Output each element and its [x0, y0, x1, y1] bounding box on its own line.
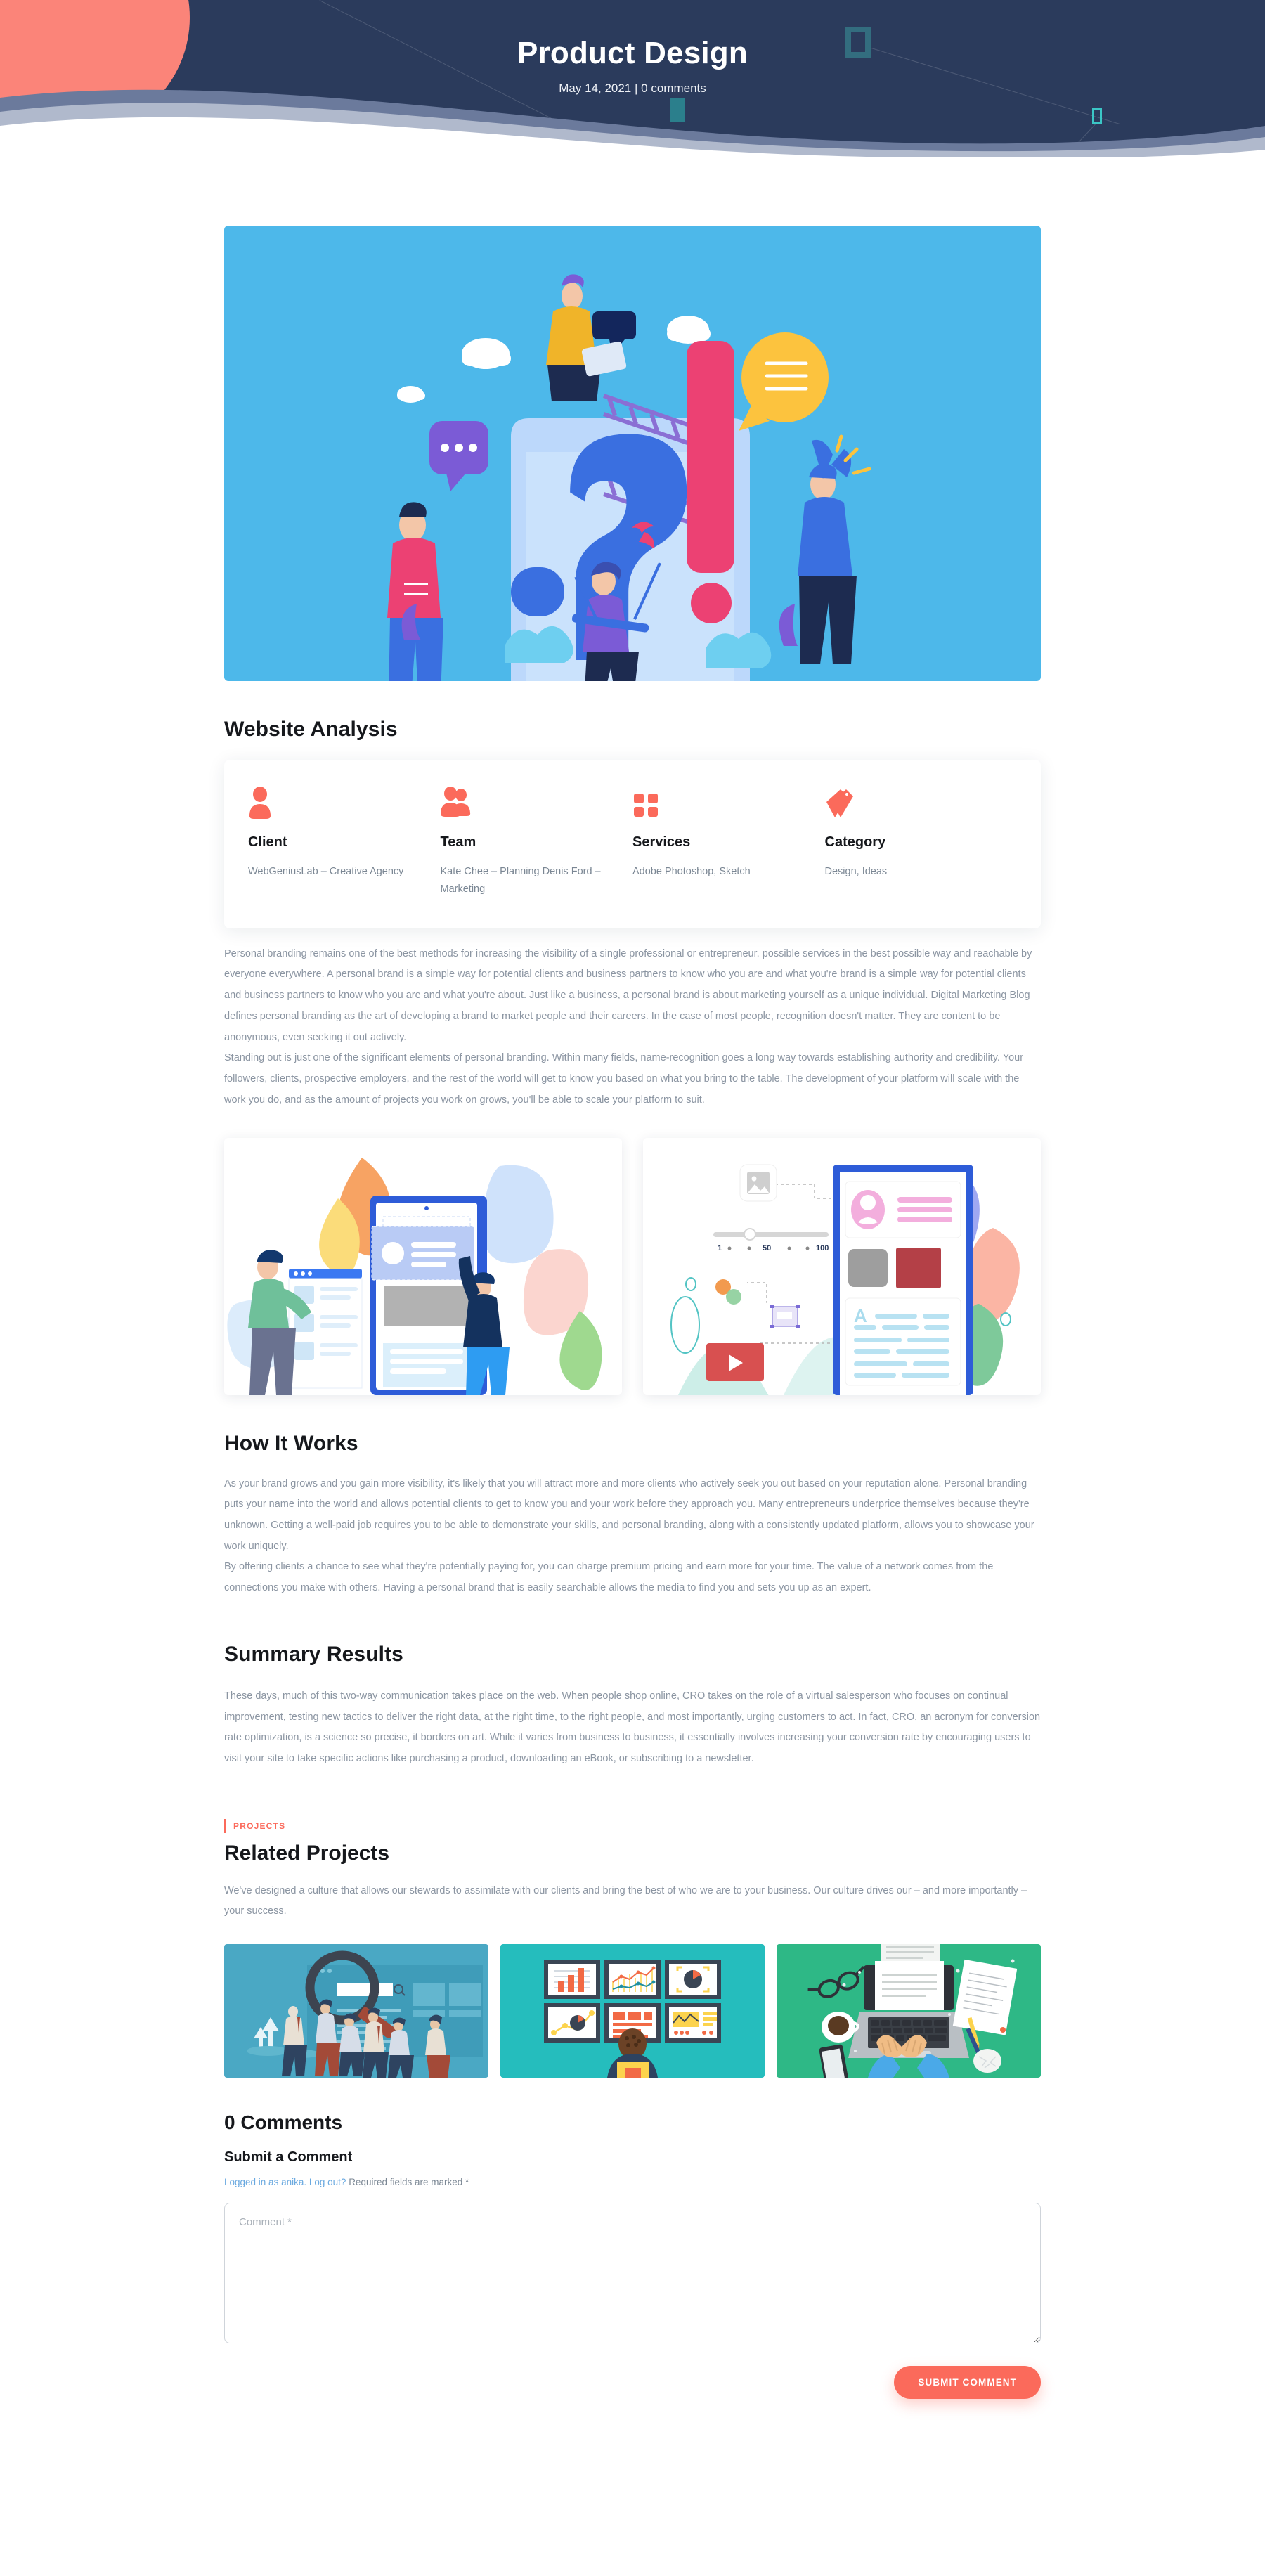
info-label: Team	[440, 834, 476, 850]
project-card-workspace[interactable]	[777, 1943, 1041, 2078]
svg-text:100: 100	[816, 1244, 829, 1253]
intro-paragraph-1: Personal branding remains one of the bes…	[224, 947, 1032, 1043]
twin-image-left	[224, 1137, 622, 1395]
related-projects-heading: Related Projects	[224, 1841, 390, 1865]
logged-in-note: Logged in as anika. Log out? Required fi…	[224, 2177, 1041, 2187]
how-it-works-paragraph-2: By offering clients a chance to see what…	[224, 1561, 994, 1594]
info-column-category: Category Design, Ideas	[825, 787, 1018, 899]
info-label: Client	[248, 834, 287, 850]
related-projects-grid	[224, 1943, 1041, 2078]
page-title: Product Design	[517, 36, 748, 70]
website-analysis-heading: Website Analysis	[224, 718, 398, 741]
grid-icon	[632, 787, 810, 820]
info-value: Kate Chee – Planning Denis Ford – Market…	[440, 866, 601, 895]
info-column-services: Services Adobe Photoshop, Sketch	[632, 787, 825, 899]
how-it-works-paragraph-1: As your brand grows and you gain more vi…	[224, 1477, 1034, 1552]
info-label: Services	[632, 834, 691, 850]
page-hero: Product Design May 14, 2021 | 0 comments	[0, 0, 1265, 157]
info-column-team: Team Kate Chee – Planning Denis Ford – M…	[440, 787, 633, 899]
submit-row: SUBMIT COMMENT	[224, 2365, 1041, 2399]
comments-count-heading: 0 Comments	[224, 2111, 343, 2133]
submit-comment-heading: Submit a Comment	[224, 2149, 353, 2165]
project-card-analytics[interactable]	[500, 1943, 765, 2078]
intro-paragraph-2: Standing out is just one of the signific…	[224, 1052, 1024, 1106]
required-fields-note: Required fields are marked *	[349, 2176, 469, 2187]
tag-icon	[825, 787, 1002, 820]
post-meta: May 14, 2021 | 0 comments	[0, 82, 1265, 96]
info-label: Category	[824, 834, 886, 850]
comments-count-link[interactable]: 0 comments	[641, 82, 706, 95]
comment-input[interactable]	[224, 2202, 1041, 2343]
svg-text:1: 1	[718, 1244, 722, 1253]
how-it-works-heading: How It Works	[224, 1431, 358, 1455]
submit-comment-button[interactable]: SUBMIT COMMENT	[894, 2365, 1041, 2399]
twin-image-right: 1 50 100 A	[643, 1137, 1041, 1395]
summary-results-paragraph-1: These days, much of this two-way communi…	[224, 1690, 1041, 1764]
page-body: Website Analysis Client WebGeniusLab – C…	[0, 226, 1265, 2441]
user-icon	[248, 787, 425, 820]
logout-link[interactable]: Log out?	[309, 2177, 346, 2187]
eyebrow-label: PROJECTS	[233, 1820, 286, 1831]
project-card-search[interactable]	[224, 1943, 488, 2078]
info-column-client: Client WebGeniusLab – Creative Agency	[248, 787, 441, 899]
svg-text:A: A	[854, 1305, 867, 1326]
twin-image-row: 1 50 100 A	[224, 1137, 1041, 1395]
info-value: Design, Ideas	[824, 866, 888, 877]
related-projects-description: We've designed a culture that allows our…	[224, 1884, 1027, 1917]
featured-image	[224, 226, 1041, 681]
eyebrow-bar-icon	[224, 1818, 226, 1833]
info-value: WebGeniusLab – Creative Agency	[248, 866, 404, 877]
post-date: May 14, 2021	[559, 82, 632, 96]
website-analysis-card: Client WebGeniusLab – Creative Agency Te…	[224, 760, 1041, 928]
projects-eyebrow: PROJECTS	[224, 1818, 1041, 1833]
logged-in-user-link[interactable]: Logged in as anika.	[224, 2177, 306, 2187]
meta-separator: |	[635, 82, 638, 96]
content-container: Website Analysis Client WebGeniusLab – C…	[224, 226, 1041, 2399]
svg-text:50: 50	[763, 1244, 771, 1253]
summary-results-heading: Summary Results	[224, 1642, 403, 1666]
info-value: Adobe Photoshop, Sketch	[632, 866, 751, 877]
users-icon	[440, 787, 618, 820]
hero-content: Product Design May 14, 2021 | 0 comments	[0, 0, 1265, 96]
